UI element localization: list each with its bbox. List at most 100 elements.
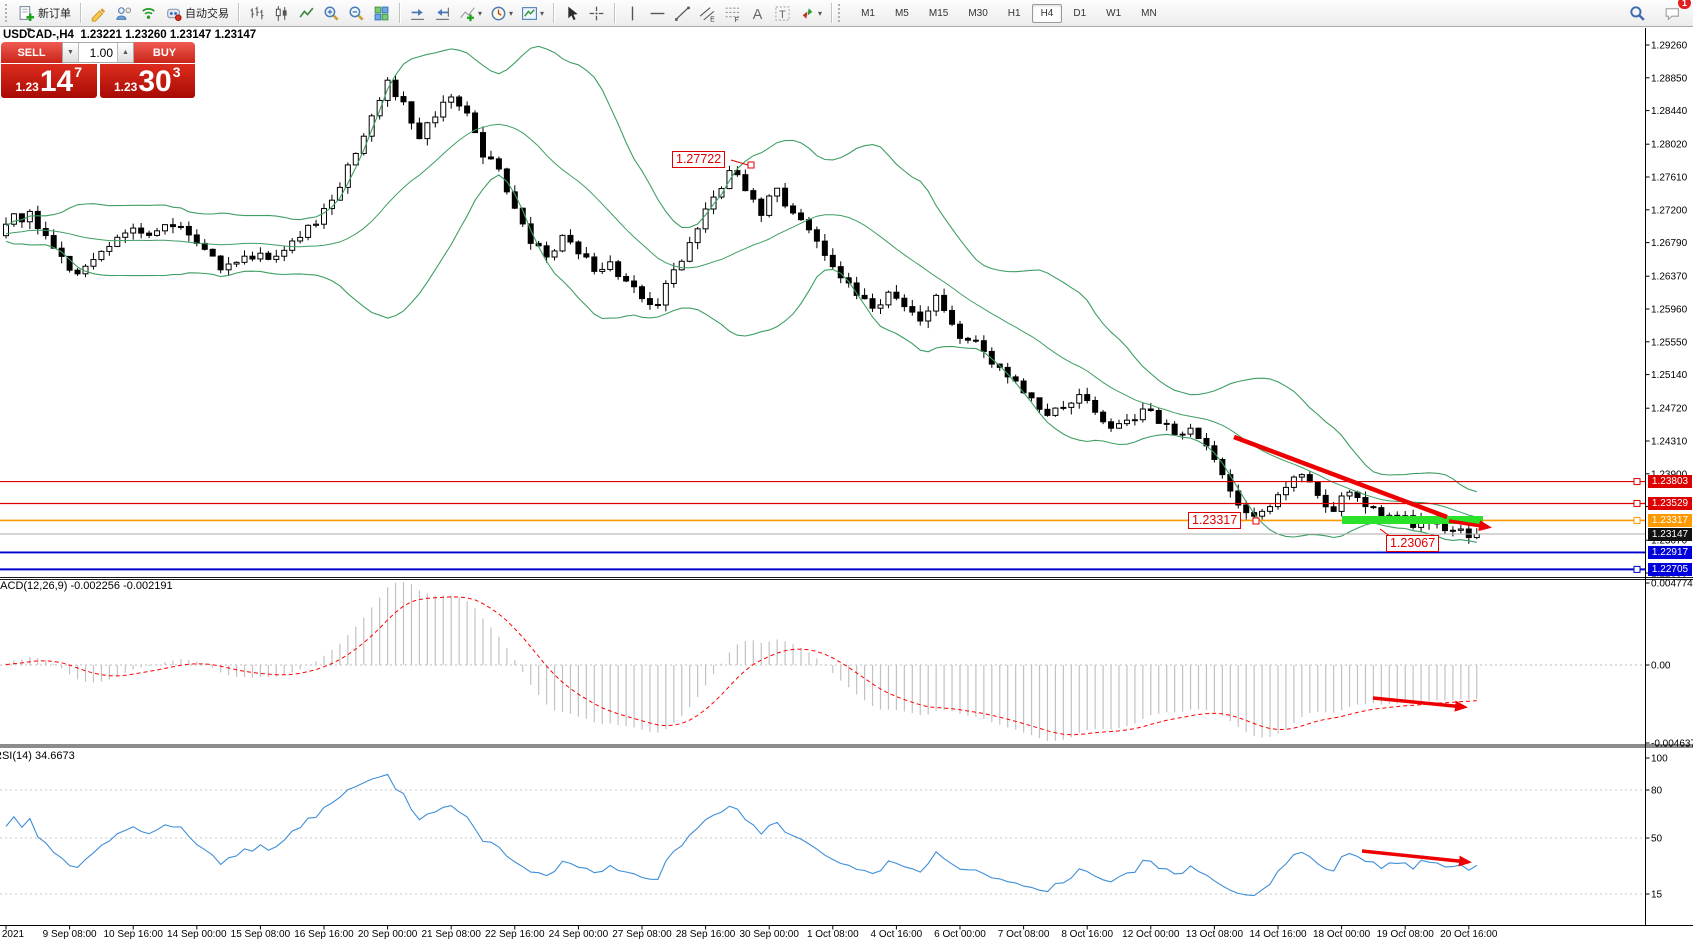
channel-button[interactable]: E	[696, 2, 719, 24]
bar-chart-icon	[248, 5, 265, 22]
svg-text:12 Oct 00:00: 12 Oct 00:00	[1122, 929, 1180, 940]
sell-price-box[interactable]: 1.23 14 7	[1, 64, 97, 98]
price-callout[interactable]: 1.23317	[1188, 512, 1241, 529]
dropdown-caret[interactable]: ▾	[478, 9, 482, 18]
toolbar-drag-handle[interactable]	[838, 4, 843, 22]
sell-price-point: 7	[74, 64, 82, 80]
text-label-button[interactable]: T	[771, 2, 794, 24]
zoom-out-button[interactable]	[345, 2, 368, 24]
auto-trading-button[interactable]: 自动交易	[162, 2, 232, 24]
buy-price-box[interactable]: 1.23 30 3	[100, 64, 196, 98]
price-callout[interactable]: 1.23067	[1386, 535, 1439, 552]
styles-button[interactable]	[87, 2, 110, 24]
timeframe-h4[interactable]: H4	[1032, 4, 1063, 23]
arrows-icon	[799, 5, 816, 22]
svg-text:1 Oct 08:00: 1 Oct 08:00	[807, 929, 859, 940]
chart-shift-button[interactable]	[431, 2, 454, 24]
svg-text:50: 50	[1651, 834, 1663, 845]
macd-arrow-annotation[interactable]	[1373, 698, 1464, 707]
crosshair-button[interactable]	[585, 2, 608, 24]
new-order-icon	[18, 5, 35, 22]
svg-text:1.25960: 1.25960	[1651, 305, 1688, 316]
svg-text:1.26370: 1.26370	[1651, 272, 1688, 283]
zoom-out-icon	[348, 5, 365, 22]
timeframe-bar: M1M5M15M30H1H4D1W1MN	[851, 4, 1167, 23]
buy-price-point: 3	[173, 64, 181, 80]
candlestick-button[interactable]	[270, 2, 293, 24]
svg-text:ep 2021: ep 2021	[0, 929, 25, 940]
text-icon: A	[749, 5, 766, 22]
vline-button[interactable]	[621, 2, 644, 24]
svg-text:18 Oct 00:00: 18 Oct 00:00	[1313, 929, 1371, 940]
toolbar-right: 1	[1625, 2, 1685, 24]
svg-text:27 Sep 08:00: 27 Sep 08:00	[612, 929, 672, 940]
svg-text:1.27610: 1.27610	[1651, 173, 1688, 184]
toolbar-drag-handle[interactable]	[5, 4, 10, 22]
styles-icon	[90, 5, 107, 22]
tile-windows-button[interactable]	[370, 2, 393, 24]
price-tag-1.23803: 1.23803	[1648, 475, 1692, 488]
notifications-button[interactable]: 1	[1661, 2, 1684, 24]
trendline-button[interactable]	[671, 2, 694, 24]
price-callout[interactable]: 1.27722	[672, 151, 725, 168]
indicators-icon	[459, 5, 476, 22]
periods-button[interactable]: ▾	[487, 2, 516, 24]
signal-icon	[140, 5, 157, 22]
svg-text:1.27200: 1.27200	[1651, 205, 1688, 216]
sell-button[interactable]: SELL	[1, 42, 62, 63]
dropdown-caret[interactable]: ▾	[509, 9, 513, 18]
toolbar-separator	[238, 3, 239, 23]
timeframe-m5[interactable]: M5	[886, 4, 918, 23]
svg-text:1.29260: 1.29260	[1651, 41, 1688, 52]
price-tag-1.22705: 1.22705	[1648, 563, 1692, 576]
rsi-arrow-annotation[interactable]	[1362, 851, 1468, 862]
vline-icon	[624, 5, 641, 22]
svg-text:1.24720: 1.24720	[1651, 404, 1688, 415]
svg-text:9 Sep 08:00: 9 Sep 08:00	[43, 929, 97, 940]
dropdown-caret[interactable]: ▾	[818, 9, 822, 18]
quote-ohlc: 1.23221 1.23260 1.23147 1.23147	[80, 29, 256, 41]
timeframe-mn[interactable]: MN	[1132, 4, 1166, 23]
fibo-icon: F	[724, 5, 741, 22]
dropdown-caret[interactable]: ▾	[540, 9, 544, 18]
arrows-button[interactable]: ▾	[796, 2, 825, 24]
svg-text:1.28020: 1.28020	[1651, 140, 1688, 151]
toolbar-separator	[831, 3, 832, 23]
timeframe-m30[interactable]: M30	[959, 4, 996, 23]
chat-icon	[1664, 5, 1681, 22]
timeframe-d1[interactable]: D1	[1064, 4, 1095, 23]
crosshair-icon	[588, 5, 605, 22]
svg-text:1.28440: 1.28440	[1651, 106, 1688, 117]
timeframe-h1[interactable]: H1	[999, 4, 1030, 23]
indicators-button[interactable]: ▾	[456, 2, 485, 24]
svg-text:19 Oct 08:00: 19 Oct 08:00	[1377, 929, 1435, 940]
timeframe-m1[interactable]: M1	[852, 4, 884, 23]
profile-button[interactable]	[112, 2, 135, 24]
bar-chart-button[interactable]	[245, 2, 268, 24]
search-button[interactable]	[1626, 2, 1649, 24]
hline-button[interactable]	[646, 2, 669, 24]
new-order-button[interactable]: 新订单	[15, 2, 74, 24]
channel-icon: E	[699, 5, 716, 22]
signals-button[interactable]	[137, 2, 160, 24]
volume-value[interactable]: 1.00	[79, 43, 117, 62]
volume-decrease-button[interactable]: ▼	[63, 43, 79, 62]
sell-price-pips: 14	[40, 68, 73, 96]
hline-icon	[649, 5, 666, 22]
cursor-button[interactable]	[560, 2, 583, 24]
one-click-collapse-icon[interactable]: ▼	[25, 26, 33, 35]
svg-text:80: 80	[1651, 786, 1663, 797]
fibonacci-button[interactable]: F	[721, 2, 744, 24]
svg-text:100: 100	[1651, 754, 1668, 765]
svg-text:16 Sep 16:00: 16 Sep 16:00	[294, 929, 354, 940]
chart-canvas[interactable]: 1.292601.288501.284401.280201.276101.272…	[0, 0, 1693, 940]
auto-scroll-button[interactable]	[406, 2, 429, 24]
templates-button[interactable]: ▾	[518, 2, 547, 24]
timeframe-w1[interactable]: W1	[1097, 4, 1130, 23]
zoom-in-button[interactable]	[320, 2, 343, 24]
timeframe-m15[interactable]: M15	[920, 4, 957, 23]
buy-button[interactable]: BUY	[134, 42, 195, 63]
volume-increase-button[interactable]: ▲	[117, 43, 133, 62]
line-chart-button[interactable]	[295, 2, 318, 24]
text-button[interactable]: A	[746, 2, 769, 24]
